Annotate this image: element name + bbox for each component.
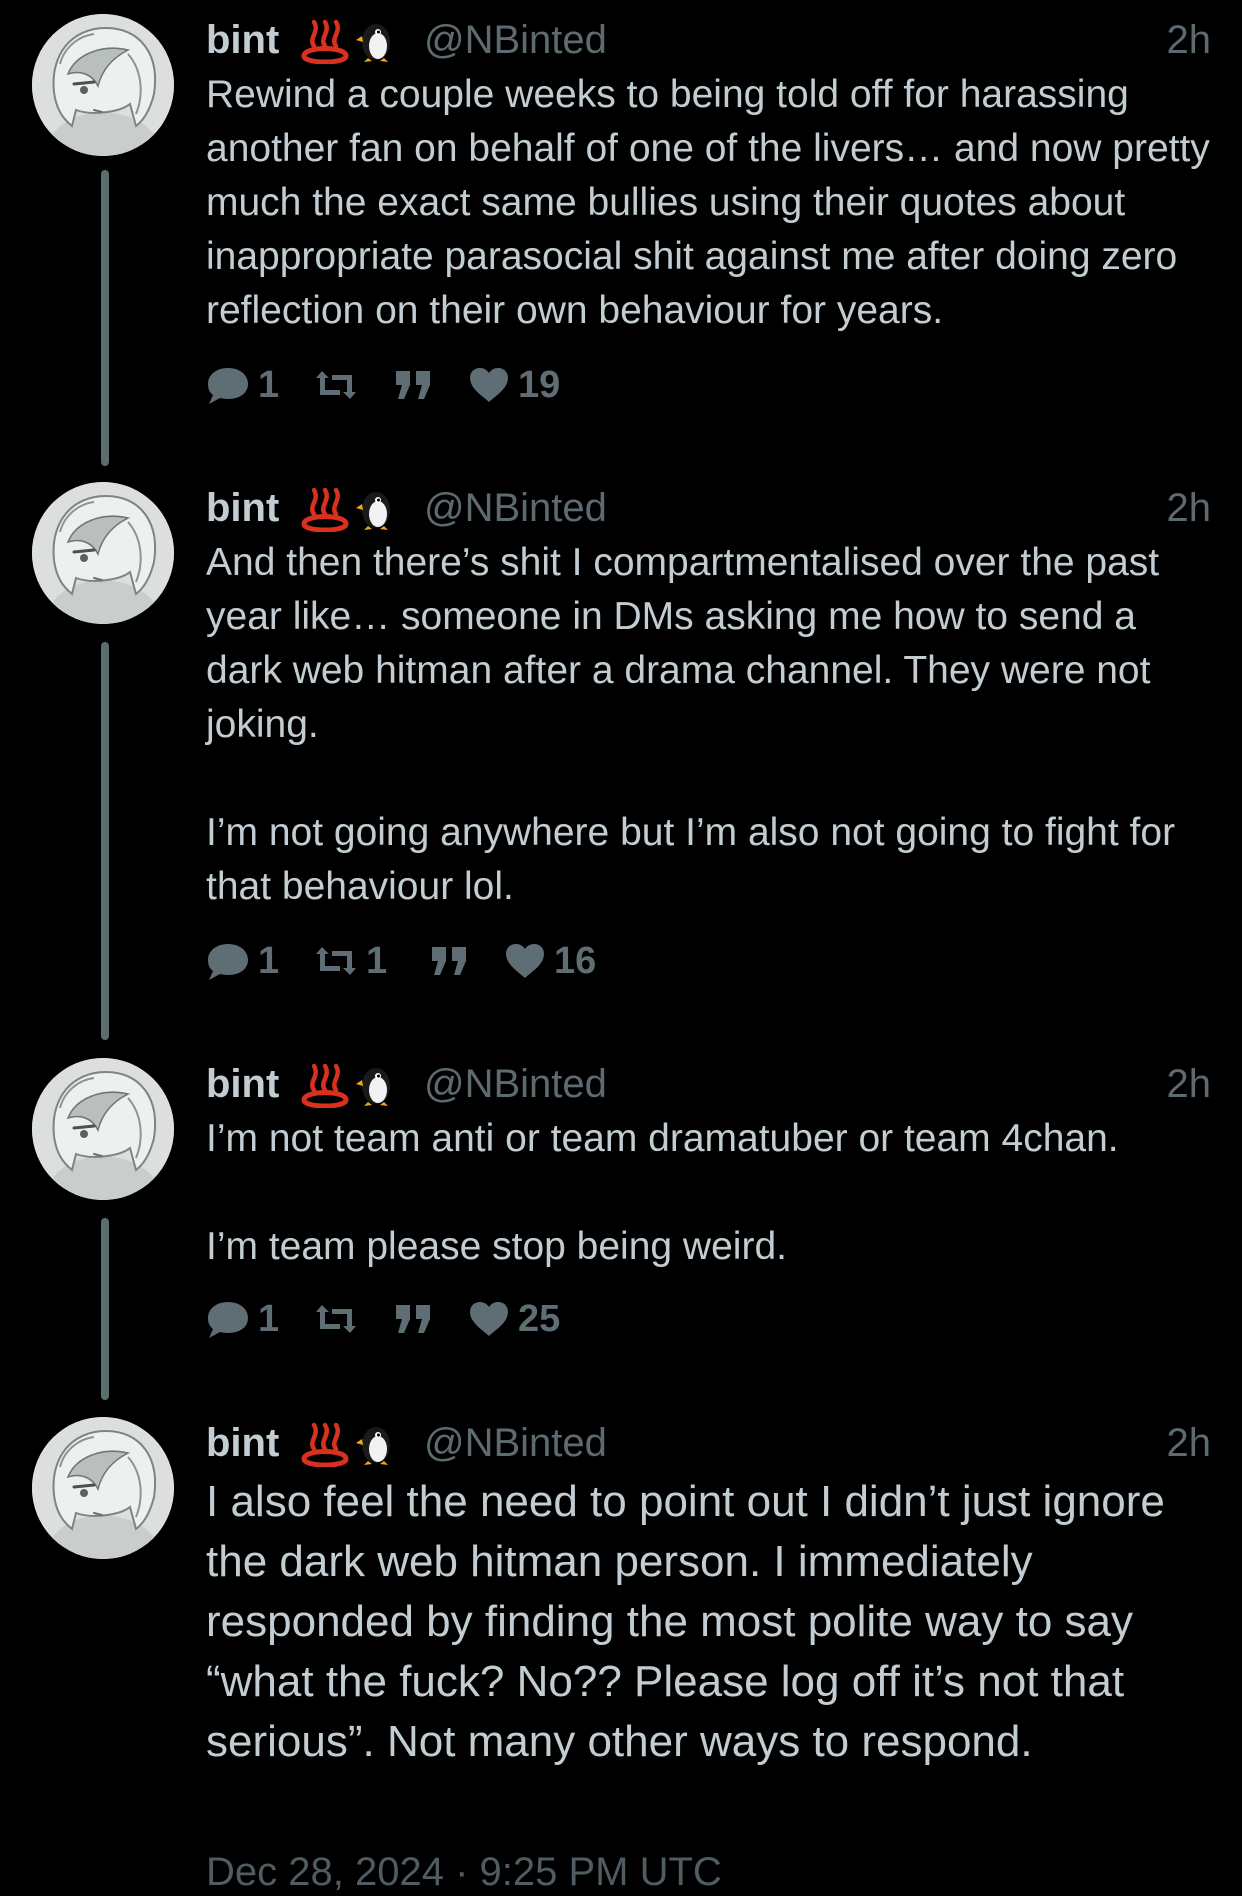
timestamp[interactable]: 2h	[1167, 1060, 1212, 1108]
thread-line	[101, 170, 109, 466]
tweet-actions: 1 25	[206, 1295, 806, 1343]
tweet-text: I also feel the need to point out I didn…	[206, 1472, 1216, 1772]
display-name[interactable]: bint	[206, 1060, 279, 1108]
reply-count: 1	[258, 1298, 280, 1340]
thread-line	[101, 642, 109, 1040]
tweet-header: bint @NBinted 2h	[206, 1415, 1211, 1469]
user-handle[interactable]: @NBinted	[424, 1060, 607, 1108]
penguin-emoji	[356, 1068, 390, 1106]
hot-springs-emoji	[304, 490, 346, 530]
reply-button[interactable]: 1	[206, 937, 279, 985]
timestamp[interactable]: 2h	[1167, 1419, 1212, 1467]
quote-button[interactable]	[392, 1295, 436, 1343]
retweet-button[interactable]: 1	[314, 937, 387, 985]
tweet-text: Rewind a couple weeks to being told off …	[206, 68, 1216, 338]
quote-button[interactable]	[428, 937, 472, 985]
like-button[interactable]: 25	[468, 1295, 560, 1343]
retweet-icon	[316, 1305, 356, 1333]
avatar[interactable]	[32, 482, 174, 624]
reply-icon	[208, 1302, 248, 1338]
heart-icon	[506, 944, 544, 978]
hot-springs-emoji	[304, 1066, 346, 1106]
name-emojis	[296, 1417, 390, 1467]
tweet-text: I’m not team anti or team dramatuber or …	[206, 1112, 1216, 1274]
tweet-actions: 1 19	[206, 361, 806, 409]
retweet-icon	[316, 371, 356, 399]
retweet-count: 1	[366, 940, 388, 982]
avatar-image	[32, 14, 174, 156]
reply-icon	[208, 944, 248, 980]
timestamp[interactable]: 2h	[1167, 16, 1212, 64]
name-emojis	[296, 14, 390, 64]
like-count: 19	[518, 364, 561, 406]
display-name[interactable]: bint	[206, 16, 279, 64]
tweet-paragraph: I’m not team anti or team dramatuber or …	[206, 1117, 1119, 1160]
avatar[interactable]	[32, 1417, 174, 1559]
retweet-button[interactable]	[314, 361, 366, 409]
hot-springs-emoji	[304, 1425, 346, 1465]
tweet-paragraph: I’m not going anywhere but I’m also not …	[206, 811, 1176, 908]
display-name[interactable]: bint	[206, 1419, 279, 1467]
quote-button[interactable]	[392, 361, 436, 409]
tweet-header: bint @NBinted 2h	[206, 480, 1211, 534]
name-emojis	[296, 482, 390, 532]
like-button[interactable]: 16	[504, 937, 596, 985]
tweet-date[interactable]: Dec 28, 2024 · 9:25 PM UTC	[206, 1848, 722, 1896]
avatar-image	[32, 1058, 174, 1200]
reply-count: 1	[258, 364, 280, 406]
like-button[interactable]: 19	[468, 361, 560, 409]
penguin-emoji	[356, 492, 390, 530]
thread-line	[101, 1218, 109, 1400]
tweet-paragraph: Rewind a couple weeks to being told off …	[206, 73, 1210, 332]
avatar[interactable]	[32, 1058, 174, 1200]
like-count: 25	[518, 1298, 561, 1340]
retweet-button[interactable]	[314, 1295, 366, 1343]
reply-icon	[208, 368, 248, 404]
tweet-paragraph: And then there’s shit I compartmentalise…	[206, 541, 1160, 746]
user-handle[interactable]: @NBinted	[424, 1419, 607, 1467]
reply-button[interactable]: 1	[206, 361, 279, 409]
timestamp[interactable]: 2h	[1167, 484, 1212, 532]
reply-count: 1	[258, 940, 280, 982]
hot-springs-emoji	[304, 22, 346, 62]
quote-icon	[432, 947, 466, 975]
tweet-paragraph: I also feel the need to point out I didn…	[206, 1477, 1165, 1766]
user-handle[interactable]: @NBinted	[424, 484, 607, 532]
tweet-paragraph: I’m team please stop being weird.	[206, 1225, 787, 1268]
tweet-header: bint @NBinted 2h	[206, 12, 1211, 66]
like-count: 16	[554, 940, 597, 982]
tweet-actions: 1 1 16	[206, 937, 806, 985]
heart-icon	[470, 368, 508, 402]
user-handle[interactable]: @NBinted	[424, 16, 607, 64]
display-name[interactable]: bint	[206, 484, 279, 532]
heart-icon	[470, 1302, 508, 1336]
tweet-text: And then there’s shit I compartmentalise…	[206, 536, 1216, 914]
avatar[interactable]	[32, 14, 174, 156]
retweet-icon	[316, 947, 356, 975]
quote-icon	[396, 371, 430, 399]
avatar-image	[32, 482, 174, 624]
penguin-emoji	[356, 24, 390, 62]
name-emojis	[296, 1058, 390, 1108]
penguin-emoji	[356, 1427, 390, 1465]
avatar-image	[32, 1417, 174, 1559]
quote-icon	[396, 1305, 430, 1333]
reply-button[interactable]: 1	[206, 1295, 279, 1343]
tweet-header: bint @NBinted 2h	[206, 1056, 1211, 1110]
